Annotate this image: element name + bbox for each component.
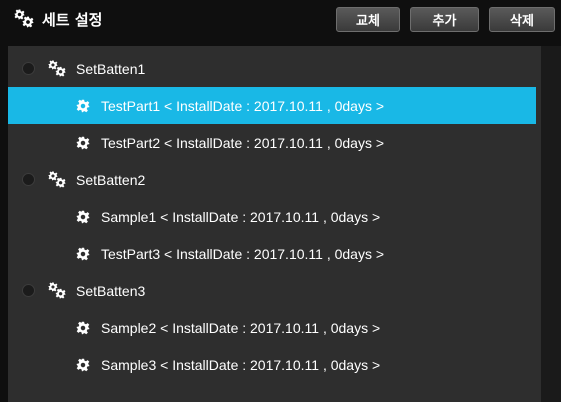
item-label: Sample3 < InstallDate : 2017.10.11 , 0da… — [101, 356, 381, 373]
gear-icon — [76, 136, 90, 149]
delete-button[interactable]: 삭제 — [489, 7, 555, 32]
gear-icon — [76, 321, 90, 334]
tree-item[interactable]: Sample3 < InstallDate : 2017.10.11 , 0da… — [8, 346, 536, 383]
gears-icon — [48, 59, 66, 77]
group-label: SetBatten3 — [76, 282, 146, 299]
group-radio[interactable] — [22, 62, 35, 75]
tree-item[interactable]: TestPart3 < InstallDate : 2017.10.11 , 0… — [8, 235, 536, 272]
add-button[interactable]: 추가 — [410, 7, 479, 32]
item-label: TestPart1 < InstallDate : 2017.10.11 , 0… — [101, 97, 385, 114]
replace-button[interactable]: 교체 — [336, 7, 400, 32]
group-radio[interactable] — [22, 173, 35, 186]
vertical-scrollbar[interactable] — [541, 46, 561, 402]
item-label: TestPart2 < InstallDate : 2017.10.11 , 0… — [101, 134, 385, 151]
tree-item[interactable]: TestPart1 < InstallDate : 2017.10.11 , 0… — [8, 87, 536, 124]
group-label: SetBatten2 — [76, 171, 146, 188]
tree-group-setbatten2[interactable]: SetBatten2 — [8, 161, 536, 198]
item-label: Sample2 < InstallDate : 2017.10.11 , 0da… — [101, 319, 381, 336]
panel-title: 세트 설정 — [14, 7, 102, 31]
group-label: SetBatten1 — [76, 60, 146, 77]
item-label: Sample1 < InstallDate : 2017.10.11 , 0da… — [101, 208, 381, 225]
tree-item[interactable]: Sample1 < InstallDate : 2017.10.11 , 0da… — [8, 198, 536, 235]
gears-icon — [14, 9, 34, 28]
gear-icon — [76, 99, 90, 112]
gear-icon — [76, 358, 90, 371]
tree-group-setbatten1[interactable]: SetBatten1 — [8, 50, 536, 87]
gears-icon — [48, 281, 66, 299]
set-tree-list: SetBatten1 TestPart1 < InstallDate : 201… — [8, 46, 561, 402]
tree-item[interactable]: TestPart2 < InstallDate : 2017.10.11 , 0… — [8, 124, 536, 161]
item-label: TestPart3 < InstallDate : 2017.10.11 , 0… — [101, 245, 385, 262]
header-bar: 세트 설정 교체 추가 삭제 — [0, 0, 561, 44]
group-radio[interactable] — [22, 284, 35, 297]
tree-group-setbatten3[interactable]: SetBatten3 — [8, 272, 536, 309]
gear-icon — [76, 247, 90, 260]
gears-icon — [48, 170, 66, 188]
gear-icon — [76, 210, 90, 223]
panel-title-label: 세트 설정 — [42, 10, 103, 29]
tree-item[interactable]: Sample2 < InstallDate : 2017.10.11 , 0da… — [8, 309, 536, 346]
